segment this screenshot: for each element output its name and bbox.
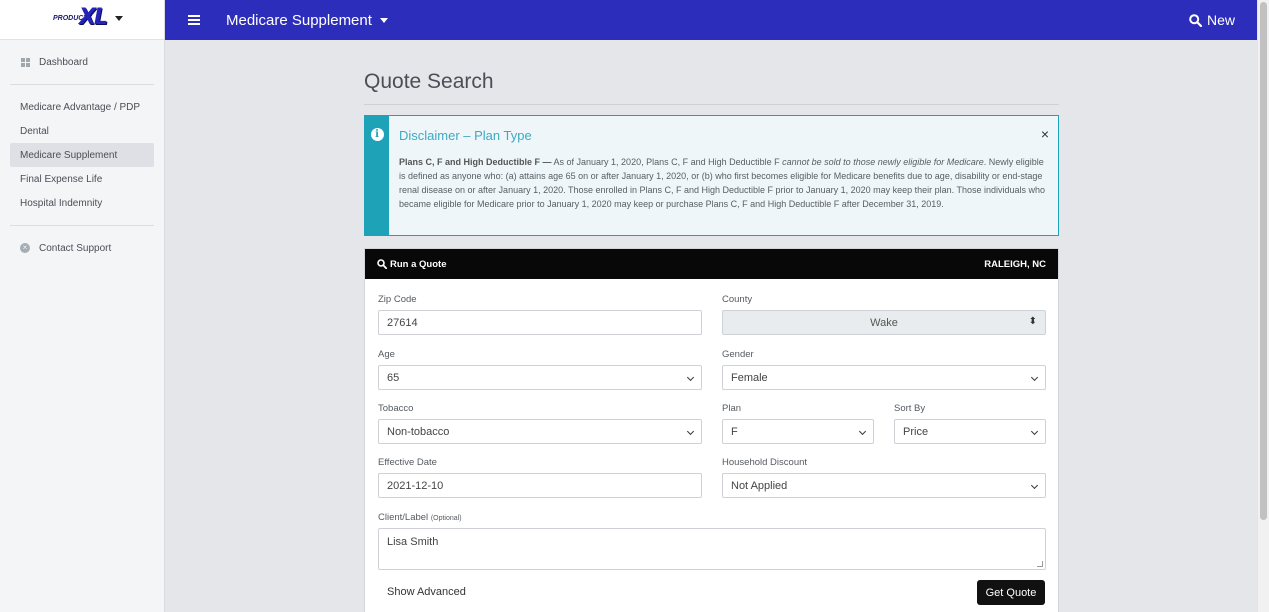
disclaimer-alert: i Disclaimer – Plan Type Plans C, F and … xyxy=(364,115,1059,236)
tobacco-label: Tobacco xyxy=(378,403,414,414)
sort-select[interactable]: Price xyxy=(894,419,1046,444)
county-select: Wake xyxy=(722,310,1046,335)
disclaimer-italic: cannot be sold to those newly eligible f… xyxy=(782,157,984,167)
caret-down-icon[interactable] xyxy=(115,16,123,21)
logo-bar: PRODUCTS XL xyxy=(0,0,164,40)
quote-card: Run a Quote RALEIGH, NC Zip Code 27614 C… xyxy=(364,248,1059,612)
get-quote-button[interactable]: Get Quote xyxy=(977,580,1045,605)
page-scrollbar[interactable] xyxy=(1257,0,1269,612)
sort-label: Sort By xyxy=(894,403,926,414)
quote-header-title: Run a Quote xyxy=(390,258,447,270)
info-icon: i xyxy=(370,128,384,141)
hamburger-menu-icon[interactable] xyxy=(188,15,200,25)
sidebar-nav: Dashboard Medicare Advantage / PDP Denta… xyxy=(0,40,164,260)
page-title: Quote Search xyxy=(364,70,1059,105)
effective-date-label: Effective Date xyxy=(378,457,437,468)
sidebar-item-medicare-supplement[interactable]: Medicare Supplement xyxy=(10,143,154,167)
grid-icon xyxy=(20,57,30,67)
product-title: Medicare Supplement xyxy=(226,11,372,29)
search-icon xyxy=(377,259,387,269)
show-advanced-link[interactable]: Show Advanced xyxy=(387,586,466,598)
tobacco-select[interactable]: Non-tobacco xyxy=(378,419,702,444)
client-label-text: Client/Label xyxy=(378,512,429,523)
nav-divider xyxy=(10,84,154,85)
zip-label: Zip Code xyxy=(378,294,417,305)
sidebar-item-label: Contact Support xyxy=(39,242,112,254)
sidebar-item-dashboard[interactable]: Dashboard xyxy=(10,50,154,74)
sidebar-item-label: Medicare Advantage / PDP xyxy=(20,101,141,113)
client-label-textarea[interactable]: Lisa Smith xyxy=(378,528,1046,570)
disclaimer-text: Plans C, F and High Deductible F — As of… xyxy=(399,155,1048,211)
effective-date-input[interactable]: 2021-12-10 xyxy=(378,473,702,498)
sidebar-item-dental[interactable]: Dental xyxy=(10,119,154,143)
logo-mark: XL xyxy=(79,4,108,30)
alert-body: Disclaimer – Plan Type Plans C, F and Hi… xyxy=(389,116,1058,235)
sidebar-item-label: Dashboard xyxy=(39,56,88,68)
sidebar-item-contact-support[interactable]: × Contact Support xyxy=(10,236,154,260)
caret-down-icon xyxy=(379,17,388,23)
disclaimer-title: Disclaimer – Plan Type xyxy=(399,128,532,143)
client-label: Client/Label (Optional) xyxy=(378,512,462,523)
sidebar: PRODUCTS XL Dashboard Medicare Advantage… xyxy=(0,0,165,612)
gender-label: Gender xyxy=(722,349,754,360)
sidebar-item-label: Medicare Supplement xyxy=(20,149,118,161)
age-select[interactable]: 65 xyxy=(378,365,702,390)
sidebar-item-hospital-indemnity[interactable]: Hospital Indemnity xyxy=(10,191,154,215)
disclaimer-lead: Plans C, F and High Deductible F — xyxy=(399,157,552,167)
scrollbar-thumb[interactable] xyxy=(1260,2,1267,520)
new-search-button[interactable]: New xyxy=(1189,12,1235,28)
sidebar-item-final-expense-life[interactable]: Final Expense Life xyxy=(10,167,154,191)
county-label: County xyxy=(722,294,753,305)
quote-location: RALEIGH, NC xyxy=(984,258,1046,270)
search-icon xyxy=(1189,13,1202,27)
products-xl-logo[interactable]: PRODUCTS XL xyxy=(51,4,113,33)
alert-accent: i xyxy=(365,116,389,235)
nav-divider xyxy=(10,225,154,226)
new-label: New xyxy=(1206,12,1235,28)
sidebar-item-label: Final Expense Life xyxy=(20,173,103,185)
client-optional: (Optional) xyxy=(430,515,462,522)
household-discount-label: Household Discount xyxy=(722,457,808,468)
close-circle-icon: × xyxy=(20,243,30,253)
close-icon[interactable]: × xyxy=(1041,126,1049,142)
top-bar: Medicare Supplement New xyxy=(165,0,1257,40)
plan-select[interactable]: F xyxy=(722,419,874,444)
sidebar-item-label: Dental xyxy=(20,125,49,137)
sidebar-item-medicare-advantage[interactable]: Medicare Advantage / PDP xyxy=(10,95,154,119)
age-label: Age xyxy=(378,349,395,360)
sidebar-item-label: Hospital Indemnity xyxy=(20,197,103,209)
zip-input[interactable]: 27614 xyxy=(378,310,702,335)
gender-select[interactable]: Female xyxy=(722,365,1046,390)
quote-header: Run a Quote RALEIGH, NC xyxy=(365,249,1058,279)
quote-form: Zip Code 27614 County Wake Age 65 Gender… xyxy=(365,279,1058,612)
household-discount-select[interactable]: Not Applied xyxy=(722,473,1046,498)
product-switcher[interactable]: Medicare Supplement xyxy=(226,12,388,29)
plan-label: Plan xyxy=(722,403,742,414)
disclaimer-text-a: As of January 1, 2020, Plans C, F and Hi… xyxy=(551,157,783,167)
main-content: Quote Search i Disclaimer – Plan Type Pl… xyxy=(364,40,1059,612)
